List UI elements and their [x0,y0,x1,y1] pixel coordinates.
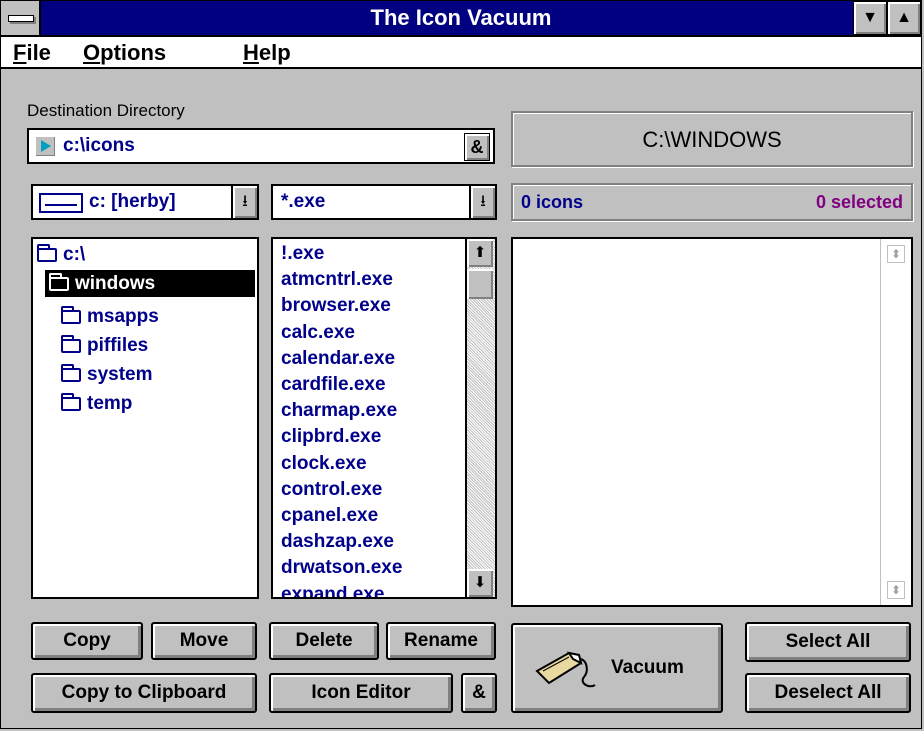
current-directory-display: C:\WINDOWS [511,111,913,167]
main-window: The Icon Vacuum ▼ ▲ File Options Help De… [0,0,922,729]
tree-item-msapps[interactable]: msapps [61,303,159,330]
select-all-button[interactable]: Select All [745,622,911,662]
minimize-icon: ▼ [862,9,878,26]
file-list-item[interactable]: atmcntrl.exe [281,269,393,291]
tree-item-system[interactable]: system [61,361,153,388]
folder-icon [61,364,81,382]
vacuum-button[interactable]: Vacuum [511,623,723,713]
chevron-down-icon: ⭳ [480,193,486,210]
arrow-down-icon: ⬇ [473,574,487,591]
file-list-item[interactable]: expand.exe [281,584,385,597]
destination-browse-button[interactable]: & [464,133,490,161]
minimize-button[interactable]: ▼ [853,1,887,35]
file-list-item[interactable]: dashzap.exe [281,531,394,553]
drive-dropdown-button[interactable]: ⭳ [231,186,257,218]
scroll-down-button[interactable]: ⬇ [467,569,493,597]
icon-editor-button[interactable]: Icon Editor [269,673,453,713]
folder-icon [61,335,81,353]
file-list-item[interactable]: clock.exe [281,453,367,475]
drive-select[interactable]: c: [herby] ⭳ [31,184,259,220]
open-folder-icon [37,244,57,262]
deselect-all-button[interactable]: Deselect All [745,673,911,713]
maximize-button[interactable]: ▲ [887,1,921,35]
current-directory-text: C:\WINDOWS [642,127,782,152]
filter-dropdown-button[interactable]: ⭳ [469,186,495,218]
folder-icon [61,306,81,324]
scroll-down-icon[interactable]: ⬍ [887,581,905,599]
file-list-item[interactable]: browser.exe [281,295,391,317]
drive-value: c: [herby] [89,191,176,212]
vacuum-label: Vacuum [611,657,684,678]
menu-help[interactable]: Help [243,40,291,66]
maximize-icon: ▲ [896,9,912,26]
destination-directory-label: Destination Directory [27,101,185,120]
vacuum-icon [535,651,596,688]
file-list-item[interactable]: control.exe [281,479,382,501]
filter-select[interactable]: *.exe ⭳ [271,184,497,220]
icon-view-scrollbar[interactable]: ⬍ ⬍ [880,239,911,605]
scroll-up-button[interactable]: ⬆ [467,239,493,267]
icon-count: 0 icons [521,192,584,212]
file-list-item[interactable]: charmap.exe [281,400,397,422]
drive-icon [39,193,83,213]
copy-to-clipboard-button[interactable]: Copy to Clipboard [31,673,257,713]
file-list-item[interactable]: drwatson.exe [281,557,402,579]
menu-bar: File Options Help [1,37,921,69]
move-button[interactable]: Move [151,622,257,660]
file-list-item[interactable]: cpanel.exe [281,505,378,527]
tree-item-windows[interactable]: windows [45,270,255,297]
window-title: The Icon Vacuum [370,5,552,30]
selected-count: 0 selected [815,192,903,212]
status-bar: 0 icons 0 selected [511,183,913,221]
copy-button[interactable]: Copy [31,622,143,660]
tree-item-root[interactable]: c:\ [37,241,85,268]
tree-item-piffiles[interactable]: piffiles [61,332,148,359]
file-list-item[interactable]: !.exe [281,243,324,265]
filter-value: *.exe [281,191,326,212]
file-list[interactable]: !.exe atmcntrl.exe browser.exe calc.exe cale… [271,237,497,599]
scroll-up-icon[interactable]: ⬍ [887,245,905,263]
delete-button[interactable]: Delete [269,622,379,660]
menu-options[interactable]: Options [83,40,166,66]
file-list-scrollbar[interactable]: ⬆ ⬇ [465,239,495,597]
file-list-item[interactable]: cardfile.exe [281,374,386,396]
arrow-up-icon: ⬆ [473,244,487,261]
file-list-item[interactable]: calendar.exe [281,348,395,370]
destination-input[interactable]: c:\icons & [27,128,495,164]
tree-item-temp[interactable]: temp [61,390,132,417]
scroll-thumb[interactable] [467,269,493,299]
play-icon [35,136,55,156]
menu-file[interactable]: File [13,40,51,66]
directory-tree[interactable]: c:\ windows msapps piffiles system temp [31,237,259,599]
title-bar: The Icon Vacuum ▼ ▲ [1,1,921,37]
destination-value: c:\icons [63,135,135,156]
rename-button[interactable]: Rename [386,622,496,660]
file-list-item[interactable]: calc.exe [281,322,355,344]
icon-editor-options-button[interactable]: & [461,673,497,713]
file-list-item[interactable]: clipbrd.exe [281,426,381,448]
open-folder-icon [49,273,69,291]
icon-view-area[interactable]: ⬍ ⬍ [511,237,913,607]
chevron-down-icon: ⭳ [242,193,248,210]
folder-icon [61,393,81,411]
